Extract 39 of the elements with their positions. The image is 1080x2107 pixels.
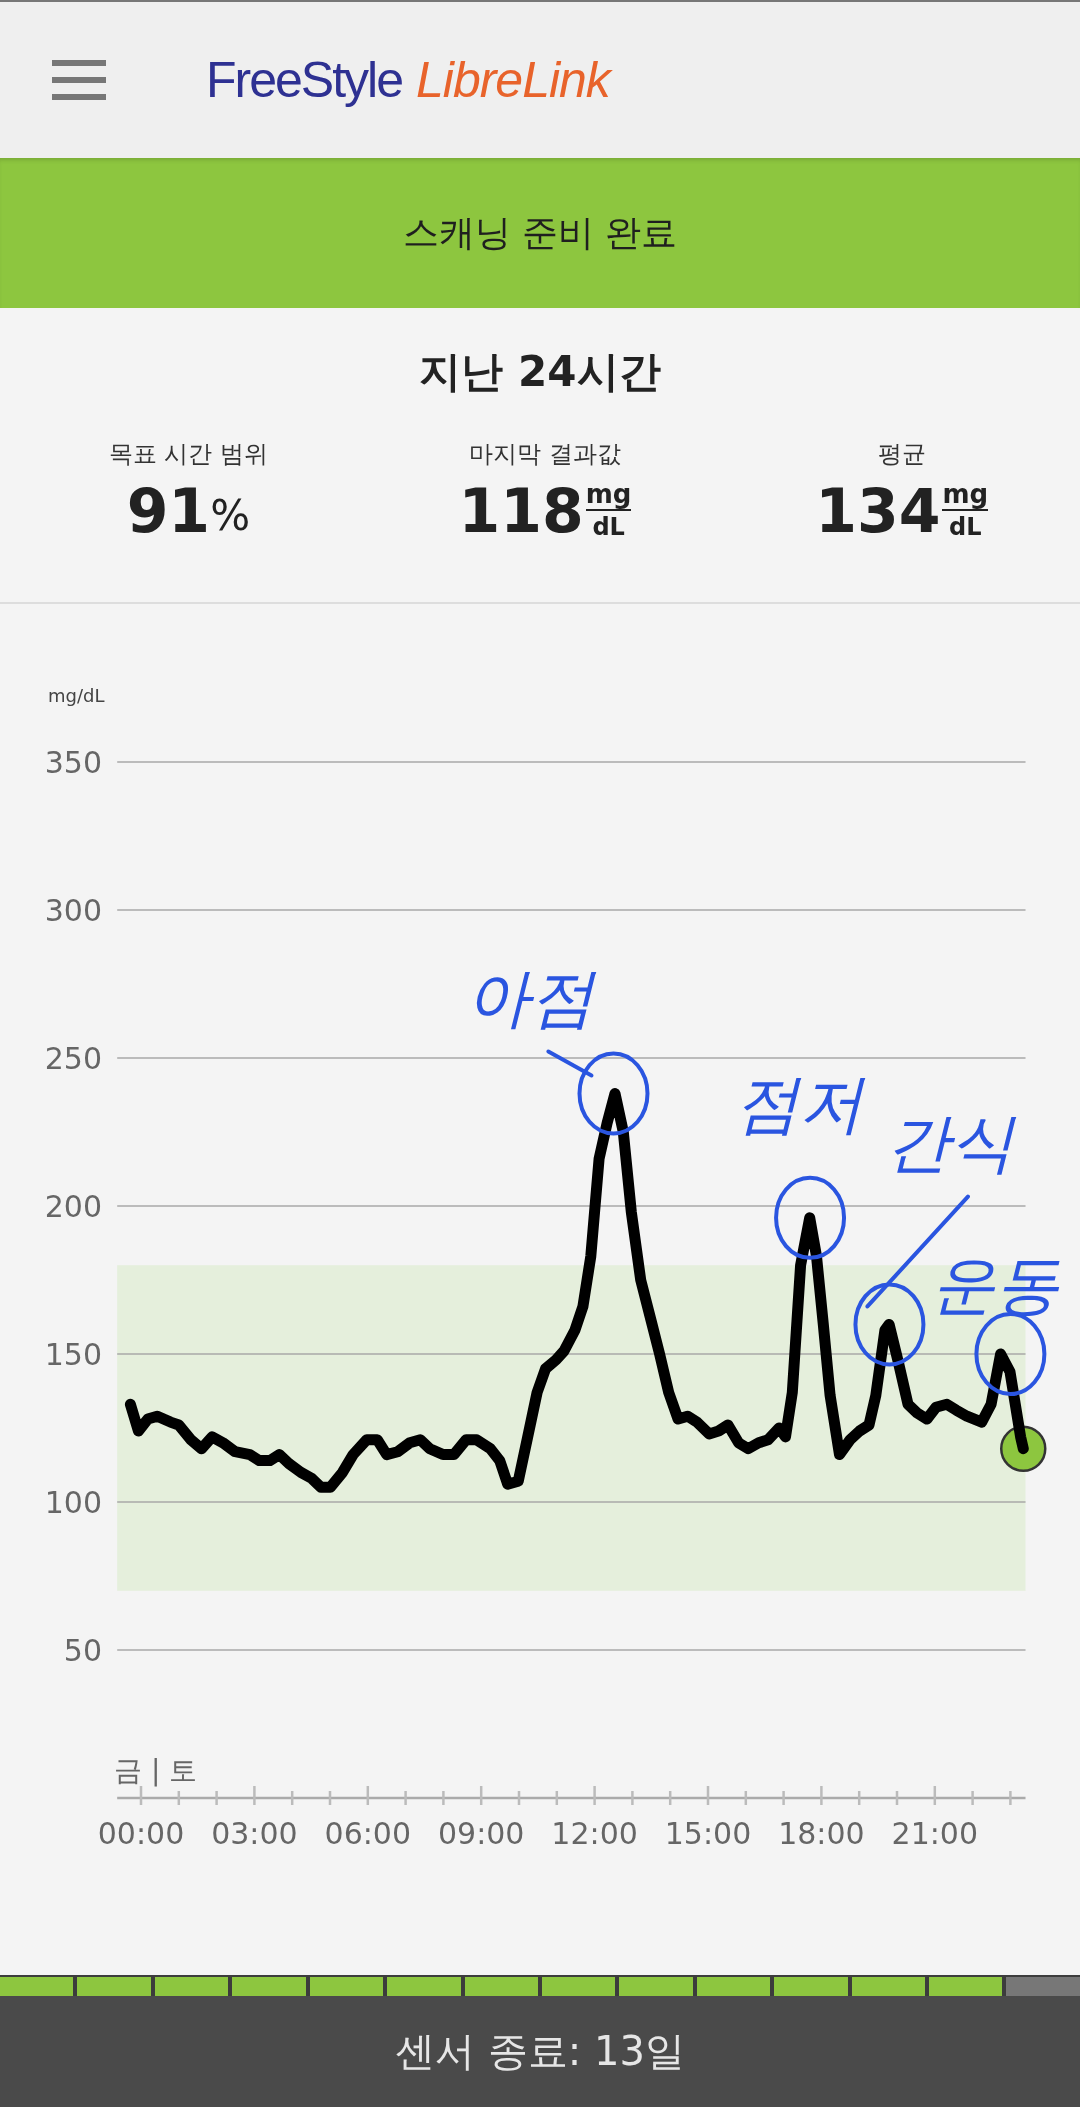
y-tick-label: 200 — [44, 1189, 102, 1224]
stat-label: 평균 — [877, 439, 926, 470]
stat-value: 134 — [815, 476, 941, 546]
unit-denominator: dL — [592, 512, 625, 543]
day-label: 금 | 토 — [114, 1754, 198, 1787]
handwritten-note: 점저 — [734, 1067, 863, 1142]
unit-numerator: mg — [585, 479, 632, 511]
banner-text: 스캐닝 준비 완료 — [402, 210, 678, 255]
y-tick-label: 100 — [44, 1485, 102, 1520]
menu-icon[interactable] — [52, 60, 106, 100]
x-tick-label: 21:00 — [891, 1816, 979, 1851]
x-tick-label: 18:00 — [778, 1816, 865, 1851]
stat-value: 118 — [458, 476, 584, 546]
x-tick-label: 00:00 — [97, 1816, 185, 1851]
stat-label: 마지막 결과값 — [469, 439, 621, 470]
x-tick-label: 09:00 — [437, 1816, 525, 1851]
x-tick-label: 15:00 — [664, 1816, 752, 1851]
handwritten-note: 간식 — [885, 1105, 1014, 1180]
y-tick-label: 300 — [44, 893, 102, 928]
x-tick-label: 06:00 — [324, 1816, 412, 1851]
hand-drawn-line — [546, 1049, 594, 1078]
x-tick-label: 12:00 — [551, 1816, 638, 1851]
stat-unit: % — [210, 490, 251, 540]
stat-label: 목표 시간 범위 — [108, 439, 268, 470]
sensor-status: 센서 종료: 13일 — [395, 2027, 685, 2076]
summary-title: 지난 24시간 — [419, 346, 661, 398]
logo-brand: FreeStyle — [206, 51, 402, 109]
y-tick-label: 50 — [63, 1633, 102, 1668]
y-tick-label: 250 — [44, 1041, 102, 1076]
unit-denominator: dL — [949, 512, 982, 543]
handwritten-note: 운동 — [931, 1247, 1060, 1322]
y-axis-label: mg/dL — [48, 685, 105, 706]
handwritten-note: 아점 — [466, 960, 595, 1035]
y-tick-label: 150 — [44, 1337, 102, 1372]
y-tick-label: 350 — [44, 745, 102, 780]
current-reading-dot — [1000, 1425, 1047, 1472]
unit-numerator: mg — [942, 479, 989, 511]
x-tick-label: 03:00 — [211, 1816, 298, 1851]
stat-value: 91 — [126, 476, 211, 546]
